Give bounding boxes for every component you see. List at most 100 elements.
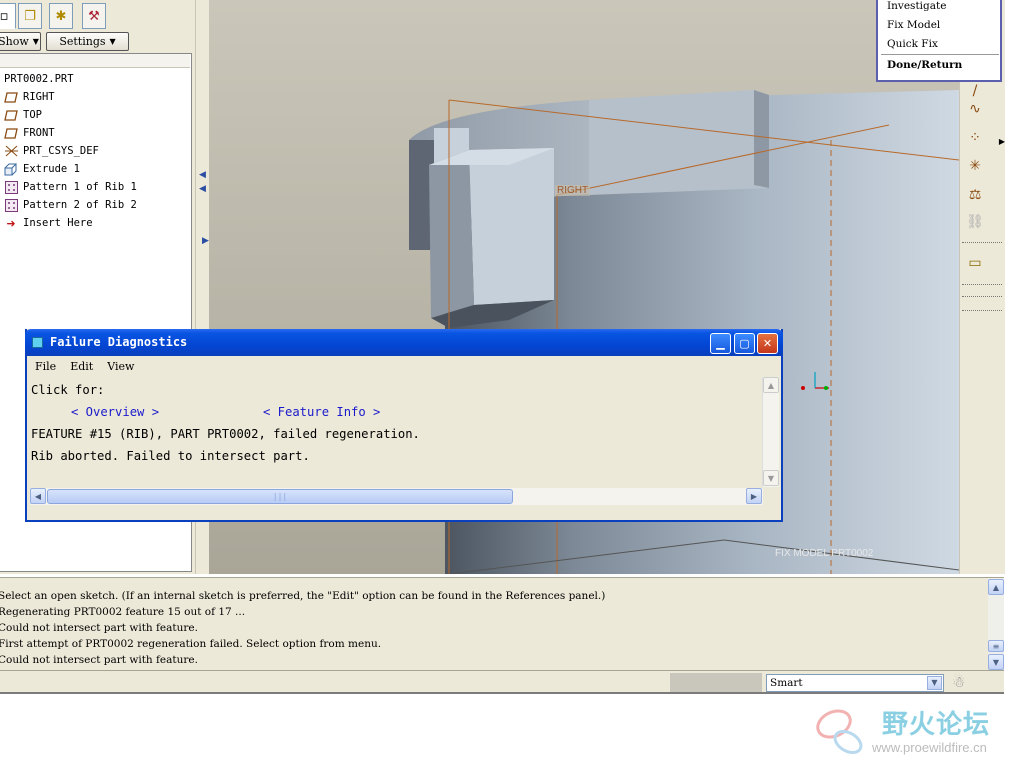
dialog-titlebar[interactable]: Failure Diagnostics ▁ ▢ ✕ (25, 329, 783, 356)
tools-tab[interactable]: ⚒ (82, 3, 106, 29)
tree-item-csys[interactable]: PRT_CSYS_DEF (4, 143, 99, 159)
status-bar: Smart ▼ ☃ (0, 670, 1004, 694)
tree-item-label: FRONT (23, 127, 55, 139)
minimize-icon: ▁ (716, 337, 725, 350)
model-tree-header (0, 54, 190, 68)
tree-root[interactable]: PRT0002.PRT (4, 71, 74, 87)
annotation-icon[interactable]: ▭ (963, 252, 987, 274)
settings-dropdown[interactable]: Settings ▼ (46, 32, 129, 51)
overview-link[interactable]: < Overview > (71, 405, 159, 419)
message-line: Select an open sketch. (If an internal s… (0, 590, 606, 602)
watermark-url: www.proewildfire.cn (872, 740, 987, 755)
csys-icon (4, 145, 18, 158)
dialog-horizontal-scrollbar[interactable]: ◀ ||| ▶ (30, 488, 763, 505)
expand-right-icon[interactable]: ▶ (202, 236, 209, 246)
datum-axis-icon[interactable]: ⛓ (963, 211, 987, 233)
menu-file[interactable]: File (35, 360, 56, 373)
forum-watermark: 野火论坛 www.proewildfire.cn (812, 700, 1024, 768)
menu-item-fix-model[interactable]: Fix Model (887, 19, 940, 31)
dialog-title: Failure Diagnostics (50, 335, 188, 349)
toolbar-separator (962, 310, 1002, 311)
chevron-down-icon: ▼ (109, 37, 116, 46)
diagnostics-text: Click for: < Overview > < Feature Info >… (29, 377, 762, 487)
layers-tab[interactable]: ❐ (18, 3, 42, 29)
tree-item-top[interactable]: TOP (4, 107, 42, 123)
menu-item-done-return[interactable]: Done/Return (887, 59, 962, 71)
collapse-left-icon[interactable]: ◀ (199, 170, 206, 180)
butterfly-logo-icon (816, 709, 863, 754)
collapse-left-icon[interactable]: ◀ (199, 184, 206, 194)
maximize-button[interactable]: ▢ (734, 333, 755, 354)
scroll-up-icon[interactable]: ▲ (988, 579, 1004, 595)
pattern-icon (4, 180, 18, 194)
menu-divider (881, 54, 999, 55)
layers-icon: ❐ (24, 8, 36, 24)
folder-star-icon: ✱ (55, 8, 67, 24)
insert-arrow-icon: ➜ (6, 216, 16, 230)
datum-plane-icon (4, 109, 18, 122)
feature-info-link[interactable]: < Feature Info > (263, 405, 380, 419)
message-line: Regenerating PRT0002 feature 15 out of 1… (0, 606, 246, 618)
tree-item-extrude[interactable]: Extrude 1 (4, 161, 80, 177)
feature-toolbar: / ∿ ⁘ ▶ ✳ ⚖ ⛓ ▭ (959, 0, 1005, 574)
selection-filter[interactable]: Smart ▼ (766, 674, 944, 692)
scroll-up-icon[interactable]: ▲ (763, 377, 779, 393)
failure-reason: Rib aborted. Failed to intersect part. (31, 449, 310, 463)
tree-item-label: Extrude 1 (23, 163, 80, 175)
datum-point-icon[interactable]: ⁘ (963, 127, 987, 149)
chevron-down-icon[interactable]: ▼ (927, 676, 942, 690)
pattern-icon (4, 198, 18, 212)
tree-item-right[interactable]: RIGHT (4, 89, 55, 105)
dialog-vertical-scrollbar[interactable]: ▲ ▼ (762, 377, 779, 487)
datum-plane-icon (4, 127, 18, 140)
scroll-thumb[interactable]: ≡ (988, 640, 1004, 652)
settings-label: Settings (59, 35, 106, 48)
click-for-label: Click for: (31, 383, 105, 397)
menu-item-quick-fix[interactable]: Quick Fix (887, 38, 938, 50)
watermark-text: 野火论坛 (882, 710, 991, 740)
analysis-icon[interactable]: ⚖ (963, 184, 987, 206)
chevron-down-icon: ▼ (32, 37, 39, 46)
viewport-mode-label: FIX MODEL PRT0002 (775, 548, 874, 559)
message-area: Select an open sketch. (If an internal s… (0, 577, 1004, 671)
tree-item-label: RIGHT (23, 91, 55, 103)
message-scrollbar[interactable]: ▲ ≡ ▼ (988, 578, 1004, 671)
hammer-icon: ⚒ (88, 8, 100, 24)
scroll-right-icon[interactable]: ▶ (746, 488, 762, 504)
tree-item-label: Pattern 2 of Rib 2 (23, 199, 137, 211)
tree-item-label: TOP (23, 109, 42, 121)
tree-item-front[interactable]: FRONT (4, 125, 55, 141)
model-tree-icon: ▫ (0, 8, 9, 24)
menu-edit[interactable]: Edit (70, 360, 93, 373)
scroll-left-icon[interactable]: ◀ (30, 488, 46, 504)
tree-item-pattern-1[interactable]: Pattern 1 of Rib 1 (4, 179, 137, 195)
sketch-curve-icon[interactable]: ∿ (963, 98, 987, 120)
status-field (670, 673, 762, 692)
horizontal-scroll-thumb[interactable]: ||| (47, 489, 513, 504)
tree-item-label: Pattern 1 of Rib 1 (23, 181, 137, 193)
tree-item-label: Insert Here (23, 217, 93, 229)
coordinate-system-icon[interactable]: ✳ (963, 155, 987, 177)
close-icon: ✕ (762, 337, 773, 350)
datum-plane-icon (4, 91, 18, 104)
menu-item-investigate[interactable]: Investigate (887, 0, 946, 12)
scroll-down-icon[interactable]: ▼ (988, 654, 1004, 670)
flyout-arrow-icon[interactable]: ▶ (990, 130, 1014, 152)
minimize-button[interactable]: ▁ (710, 333, 731, 354)
failure-message: FEATURE #15 (RIB), PART PRT0002, failed … (31, 427, 420, 441)
show-dropdown[interactable]: Show ▼ (0, 32, 41, 51)
extrude-icon (4, 163, 18, 176)
tree-item-pattern-2[interactable]: Pattern 2 of Rib 2 (4, 197, 137, 213)
menu-view[interactable]: View (107, 360, 134, 373)
datum-label-right: RIGHT (555, 185, 591, 196)
scroll-down-icon[interactable]: ▼ (763, 470, 779, 486)
window-app-icon (32, 337, 43, 348)
model-tree-tab[interactable]: ▫ (0, 3, 16, 29)
message-line: First attempt of PRT0002 regeneration fa… (0, 638, 382, 650)
close-button[interactable]: ✕ (757, 333, 778, 354)
selection-filter-value: Smart (770, 677, 803, 689)
menu-manager: Investigate Fix Model Quick Fix Done/Ret… (876, 0, 1002, 82)
tree-item-label: PRT_CSYS_DEF (23, 145, 99, 157)
favorites-tab[interactable]: ✱ (49, 3, 73, 29)
tree-item-insert-here[interactable]: ➜ Insert Here (4, 215, 93, 231)
